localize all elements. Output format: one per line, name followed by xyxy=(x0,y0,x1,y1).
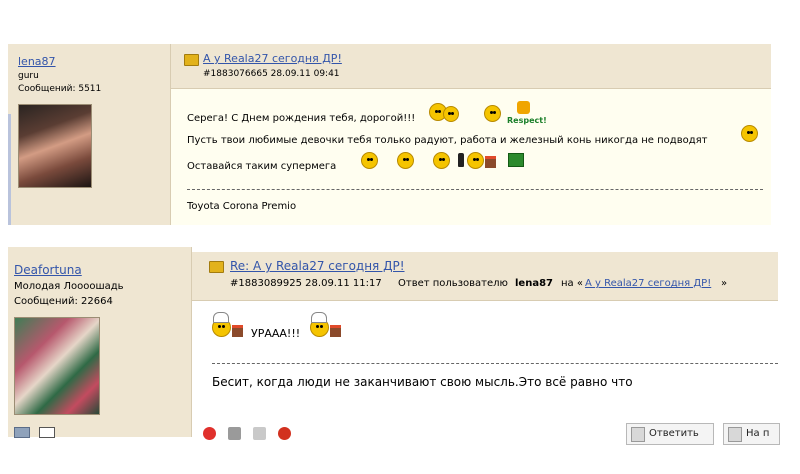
reply-button[interactable]: Ответить xyxy=(626,423,714,445)
author-message-count: Сообщений: 5511 xyxy=(18,84,102,94)
cake-icon xyxy=(232,325,243,337)
post-lena87: lena87 guru Сообщений: 5511 А у Reala27 … xyxy=(8,44,771,225)
author-message-count: Сообщений: 22664 xyxy=(14,296,113,307)
dance-smiley-icon xyxy=(433,152,450,169)
profile-icon[interactable] xyxy=(14,427,30,438)
message-line-1: Серега! С Днем рождения тебя, дорогой!!! xyxy=(187,113,416,124)
post-meta: #1883076665 28.09.11 09:41 xyxy=(203,69,340,79)
side-accent xyxy=(8,114,11,225)
dance-smiley-icon xyxy=(361,152,378,169)
kiss-smiley-icon xyxy=(443,106,459,122)
message-text: УРААА!!! xyxy=(251,327,301,340)
avatar[interactable] xyxy=(14,317,100,415)
signature-separator xyxy=(187,189,763,190)
author-panel: Deafortuna Молодая Лоооошадь Сообщений: … xyxy=(8,247,192,438)
print-icon[interactable] xyxy=(228,427,241,440)
post-deafortuna: Deafortuna Молодая Лоооошадь Сообщений: … xyxy=(8,247,780,445)
reply-icon xyxy=(631,427,645,442)
next-button-label: На п xyxy=(746,428,770,439)
book-icon xyxy=(184,54,199,66)
author-rank: guru xyxy=(18,71,39,81)
heart-icon[interactable] xyxy=(203,427,216,440)
signature-separator xyxy=(212,363,778,364)
signature: Бесит, когда люди не заканчивают свою мы… xyxy=(212,375,633,389)
next-icon xyxy=(728,427,742,442)
happy-smiley-icon xyxy=(484,105,501,122)
reply-end: » xyxy=(721,278,728,289)
thumbs-up-icon xyxy=(517,101,530,114)
author-name-link[interactable]: Deafortuna xyxy=(14,263,82,277)
message-line-2: Пусть твои любимые девочки тебя только р… xyxy=(187,135,708,146)
post-header: Re: А у Reala27 сегодня ДР! #1883089925 … xyxy=(192,252,778,301)
reply-button-label: Ответить xyxy=(649,428,699,439)
dance-smiley-icon xyxy=(397,152,414,169)
signature: Toyota Corona Premio xyxy=(187,201,297,212)
reply-user: lena87 xyxy=(515,278,553,289)
post-body: УРААА!!! Бесит, когда люди не заканчиваю… xyxy=(192,301,780,445)
gift-icon xyxy=(508,153,524,167)
post-meta: #1883089925 28.09.11 11:17 xyxy=(230,278,382,289)
cake-icon xyxy=(330,325,341,337)
mail-icon[interactable] xyxy=(39,427,55,438)
post-body: Серега! С Днем рождения тебя, дорогой!!!… xyxy=(171,89,771,225)
girl-smiley-icon xyxy=(741,125,758,142)
respect-label: Respect! xyxy=(507,116,547,125)
next-button[interactable]: На п xyxy=(723,423,780,445)
cake-icon xyxy=(485,156,496,168)
avatar[interactable] xyxy=(18,104,92,188)
reply-to-post-link[interactable]: А у Reala27 сегодня ДР! xyxy=(585,278,711,289)
chef-smiley-icon xyxy=(467,152,484,169)
book-icon xyxy=(209,261,224,273)
alert-icon[interactable] xyxy=(278,427,291,440)
envelope-icon[interactable] xyxy=(253,427,266,440)
post-title-link[interactable]: Re: А у Reala27 сегодня ДР! xyxy=(230,259,405,273)
chef-hat-icon xyxy=(311,312,327,323)
reply-prefix: Ответ пользователю xyxy=(398,278,508,289)
author-name-link[interactable]: lena87 xyxy=(18,55,56,68)
reply-on: на « xyxy=(561,278,583,289)
author-rank: Молодая Лоооошадь xyxy=(14,281,124,292)
author-panel: lena87 guru Сообщений: 5511 xyxy=(8,44,171,225)
bottle-icon xyxy=(458,153,464,167)
post-header: А у Reala27 сегодня ДР! #1883076665 28.0… xyxy=(171,44,771,89)
chef-hat-icon xyxy=(213,312,229,323)
message-line-3: Оставайся таким супермега xyxy=(187,161,337,172)
post-title-link[interactable]: А у Reala27 сегодня ДР! xyxy=(203,52,342,65)
